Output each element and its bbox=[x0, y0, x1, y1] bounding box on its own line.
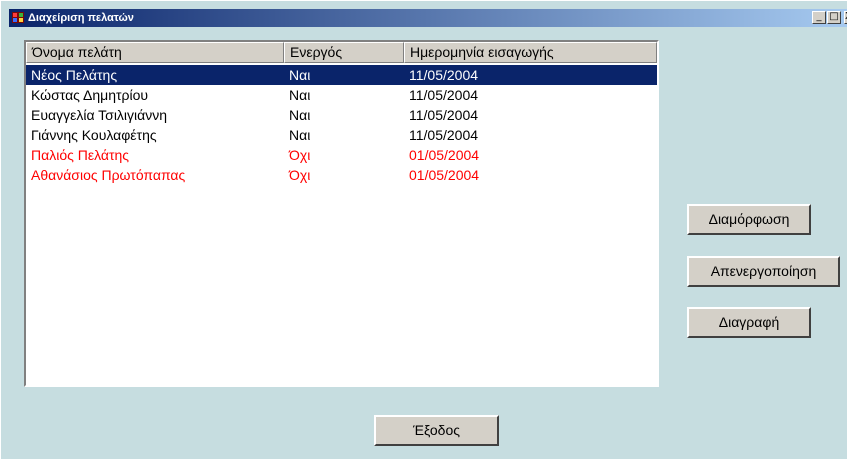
list-row[interactable]: Κώστας Δημητρίου Ναι 11/05/2004 bbox=[26, 85, 657, 105]
cell-date: 11/05/2004 bbox=[409, 107, 479, 123]
column-header-name[interactable]: Όνομα πελάτη bbox=[26, 42, 284, 63]
customer-list[interactable]: Όνομα πελάτη Ενεργός Ημερομηνία εισαγωγή… bbox=[24, 40, 659, 387]
column-header-active[interactable]: Ενεργός bbox=[284, 42, 404, 63]
cell-name: Κώστας Δημητρίου bbox=[31, 87, 149, 103]
list-row[interactable]: Αθανάσιος Πρωτόπαπας Όχι 01/05/2004 bbox=[26, 165, 657, 185]
cell-name: Ευαγγελία Τσιλιγιάννη bbox=[31, 107, 168, 123]
cell-active: Όχι bbox=[289, 167, 311, 183]
exit-button[interactable]: Έξοδος bbox=[374, 415, 499, 446]
list-row[interactable]: Νέος Πελάτης Ναι 11/05/2004 bbox=[26, 65, 657, 85]
cell-date: 01/05/2004 bbox=[409, 147, 480, 163]
cell-active: Ναι bbox=[289, 87, 311, 103]
list-row[interactable]: Γιάννης Κουλαφέτης Ναι 11/05/2004 bbox=[26, 125, 657, 145]
cell-date: 01/05/2004 bbox=[409, 167, 480, 183]
cell-name: Γιάννης Κουλαφέτης bbox=[31, 127, 157, 143]
cell-name: Νέος Πελάτης bbox=[31, 67, 118, 83]
cell-active: Ναι bbox=[289, 107, 311, 123]
list-header: Όνομα πελάτη Ενεργός Ημερομηνία εισαγωγή… bbox=[26, 42, 657, 63]
cell-date: 11/05/2004 bbox=[409, 67, 479, 83]
cell-active: Ναι bbox=[289, 67, 311, 83]
list-body: Νέος Πελάτης Ναι 11/05/2004 Κώστας Δημητ… bbox=[26, 65, 657, 185]
cell-active: Ναι bbox=[289, 127, 311, 143]
cell-active: Όχι bbox=[289, 147, 311, 163]
deactivate-button[interactable]: Απενεργοποίηση bbox=[687, 256, 840, 287]
cell-name: Παλιός Πελάτης bbox=[31, 147, 130, 163]
title-bar[interactable]: Διαχείριση πελατών _ □ X bbox=[9, 9, 847, 27]
cell-name: Αθανάσιος Πρωτόπαπας bbox=[31, 167, 186, 183]
list-row[interactable]: Παλιός Πελάτης Όχι 01/05/2004 bbox=[26, 145, 657, 165]
cell-date: 11/05/2004 bbox=[409, 87, 479, 103]
delete-button[interactable]: Διαγραφή bbox=[687, 307, 811, 338]
customer-management-window: Διαχείριση πελατών _ □ X Όνομα πελάτη Εν… bbox=[0, 0, 847, 459]
column-header-date[interactable]: Ημερομηνία εισαγωγής bbox=[404, 42, 657, 63]
cell-date: 11/05/2004 bbox=[409, 127, 479, 143]
configure-button[interactable]: Διαμόρφωση bbox=[687, 204, 811, 235]
maximize-button[interactable]: □ bbox=[827, 11, 841, 24]
minimize-button[interactable]: _ bbox=[812, 11, 826, 24]
list-row[interactable]: Ευαγγελία Τσιλιγιάννη Ναι 11/05/2004 bbox=[26, 105, 657, 125]
window-title: Διαχείριση πελατών bbox=[28, 12, 134, 24]
app-window-icon bbox=[12, 12, 24, 23]
